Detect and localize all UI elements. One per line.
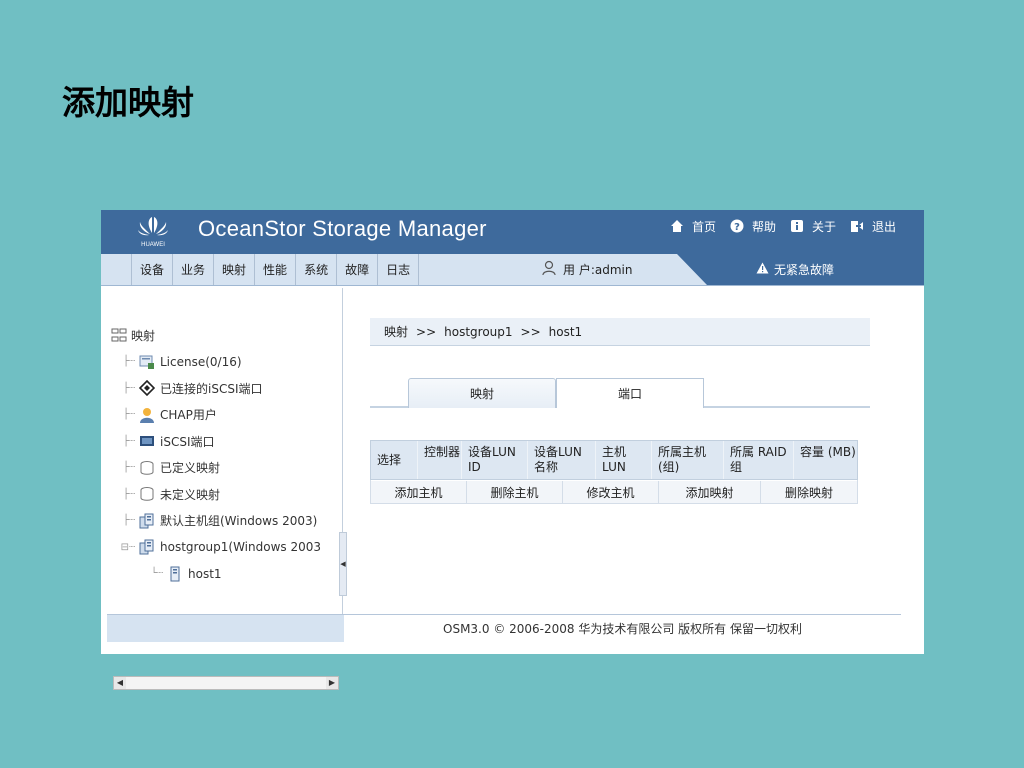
tab-port[interactable]: 端口	[556, 378, 704, 408]
user-info: 用 户:admin	[541, 254, 632, 285]
tab-bar: 映射 端口	[370, 378, 870, 408]
breadcrumb: 映射 >> hostgroup1 >> host1	[370, 318, 870, 346]
footer-left-strip	[107, 614, 344, 642]
iscsi-port-icon	[139, 433, 155, 449]
chap-user-icon	[139, 407, 155, 423]
breadcrumb-separator: >>	[520, 324, 541, 339]
breadcrumb-host[interactable]: host1	[549, 325, 583, 339]
modify-host-button[interactable]: 修改主机	[563, 481, 659, 503]
copyright-text: OSM3.0 © 2006-2008 华为技术有限公司 版权所有 保留一切权利	[443, 622, 802, 636]
tree-horizontal-scrollbar[interactable]: ◀ ▶	[113, 676, 339, 690]
exit-label: 退出	[871, 219, 896, 234]
breadcrumb-separator: >>	[416, 324, 437, 339]
host-group-icon	[139, 513, 155, 529]
home-link[interactable]: 首页	[670, 218, 716, 235]
tree-item-connected-iscsi-port[interactable]: ├┈ 已连接的iSCSI端口	[111, 375, 343, 402]
menu-bar: 设备 业务 映射 性能 系统 故障 日志 用 户:admin 无紧急故障	[101, 254, 924, 286]
col-select: 选择	[371, 441, 418, 479]
home-icon	[670, 219, 684, 233]
logo-text: HUAWEI	[141, 242, 165, 248]
tree-item-undefined-mapping[interactable]: ├┈ 未定义映射	[111, 481, 343, 508]
tree-item-hostgroup1[interactable]: ⊟┈ hostgroup1(Windows 2003	[111, 534, 343, 561]
app-title: OceanStor Storage Manager	[198, 216, 487, 241]
table-header: 选择 控制器 设备LUN ID 设备LUN 名称 主机 LUN 所属主机 (组)…	[370, 440, 858, 480]
mapping-table: 选择 控制器 设备LUN ID 设备LUN 名称 主机 LUN 所属主机 (组)…	[370, 440, 858, 504]
huawei-logo-icon: HUAWEI	[138, 217, 168, 248]
col-owner-host: 所属主机 (组)	[652, 441, 724, 479]
help-icon: ?	[730, 219, 744, 233]
alarm-status[interactable]: 无紧急故障	[756, 254, 834, 285]
connected-port-icon	[139, 380, 155, 397]
host-icon	[167, 566, 183, 582]
license-icon	[139, 354, 155, 370]
svg-text:?: ?	[734, 222, 740, 233]
table-actions: 添加主机 删除主机 修改主机 添加映射 删除映射	[370, 480, 858, 504]
menu-log[interactable]: 日志	[378, 254, 420, 285]
col-device-lun-name: 设备LUN 名称	[528, 441, 596, 479]
breadcrumb-mapping[interactable]: 映射	[384, 323, 408, 340]
undefined-mapping-icon	[139, 486, 155, 502]
tree-item-chap-user[interactable]: ├┈ CHAP用户	[111, 402, 343, 429]
col-device-lun-id: 设备LUN ID	[462, 441, 528, 479]
col-host-lun: 主机 LUN	[596, 441, 652, 479]
delete-mapping-button[interactable]: 删除映射	[761, 481, 857, 503]
menu-mapping[interactable]: 映射	[214, 254, 256, 285]
user-icon	[541, 260, 557, 279]
scroll-left-arrow-icon[interactable]: ◀	[114, 677, 126, 689]
exit-link[interactable]: 退出	[850, 218, 896, 235]
menu-service[interactable]: 业务	[173, 254, 215, 285]
col-controller: 控制器	[418, 441, 462, 479]
about-label: 关于	[811, 219, 836, 234]
top-links: 首页 ? 帮助 关于 退出	[656, 210, 896, 242]
alarm-label: 无紧急故障	[774, 263, 835, 277]
help-link[interactable]: ? 帮助	[730, 218, 776, 235]
tree-item-host1[interactable]: └┈ host1	[111, 561, 343, 588]
tree-root-label: 映射	[131, 328, 156, 343]
footer: OSM3.0 © 2006-2008 华为技术有限公司 版权所有 保留一切权利	[344, 614, 901, 642]
info-icon	[790, 219, 804, 233]
tree-item-default-host-group[interactable]: ├┈ 默认主机组(Windows 2003)	[111, 508, 343, 535]
warning-icon	[756, 262, 769, 277]
menu-device[interactable]: 设备	[131, 254, 174, 285]
tree-root-mapping[interactable]: 映射	[111, 322, 343, 349]
tree-item-iscsi-port[interactable]: ├┈ iSCSI端口	[111, 428, 343, 455]
about-link[interactable]: 关于	[790, 218, 836, 235]
navigation-tree: 映射 ├┈ License(0/16) ├┈ 已连接的iSCSI端口 ├┈ CH…	[111, 322, 343, 587]
breadcrumb-hostgroup[interactable]: hostgroup1	[444, 325, 512, 339]
navigation-tree-panel: 映射 ├┈ License(0/16) ├┈ 已连接的iSCSI端口 ├┈ CH…	[107, 288, 347, 690]
scroll-right-arrow-icon[interactable]: ▶	[326, 677, 338, 689]
slide-title: 添加映射	[62, 83, 194, 122]
menu-system[interactable]: 系统	[296, 254, 338, 285]
menu-performance[interactable]: 性能	[255, 254, 297, 285]
tab-mapping[interactable]: 映射	[408, 378, 556, 408]
col-owner-raid: 所属 RAID组	[724, 441, 794, 479]
app-window: HUAWEI OceanStor Storage Manager 首页 ? 帮助	[101, 210, 924, 690]
add-mapping-button[interactable]: 添加映射	[659, 481, 761, 503]
top-bar: HUAWEI OceanStor Storage Manager 首页 ? 帮助	[101, 210, 924, 254]
main-content: 映射 >> hostgroup1 >> host1 映射 端口 选择 控制器 设…	[344, 288, 901, 614]
exit-icon	[850, 219, 864, 233]
tree-item-license[interactable]: ├┈ License(0/16)	[111, 349, 343, 376]
add-host-button[interactable]: 添加主机	[371, 481, 467, 503]
help-label: 帮助	[751, 219, 776, 234]
tree-item-defined-mapping[interactable]: ├┈ 已定义映射	[111, 455, 343, 482]
mapping-root-icon	[111, 327, 127, 343]
menu-fault[interactable]: 故障	[337, 254, 379, 285]
col-capacity: 容量 (MB)	[800, 445, 856, 459]
user-label: 用 户:admin	[563, 263, 633, 277]
home-label: 首页	[691, 219, 716, 234]
defined-mapping-icon	[139, 460, 155, 476]
host-group-icon	[139, 539, 155, 555]
delete-host-button[interactable]: 删除主机	[467, 481, 563, 503]
